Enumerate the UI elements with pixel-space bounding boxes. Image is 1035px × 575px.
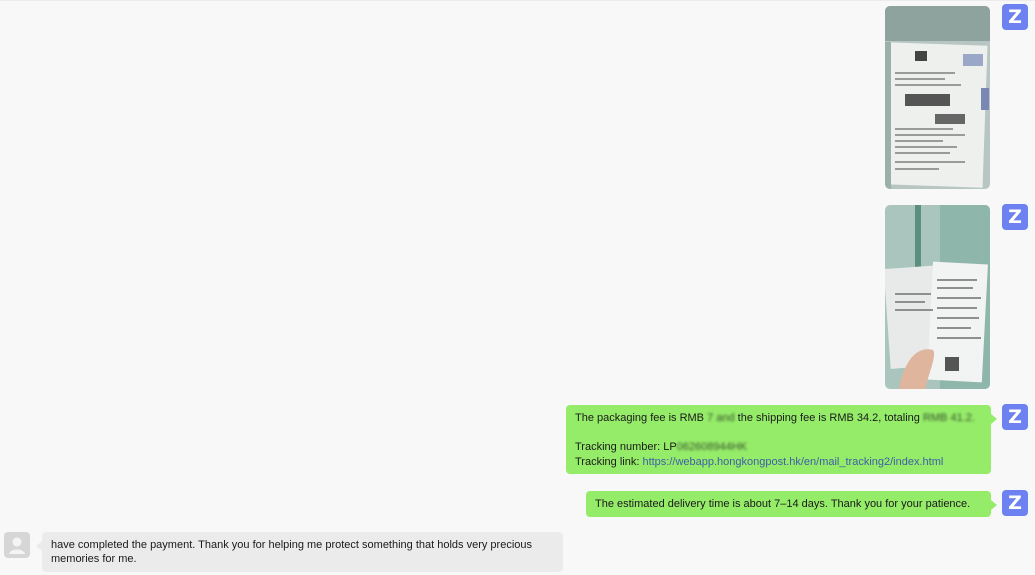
agent-avatar[interactable]: Z xyxy=(1002,204,1028,230)
agent-avatar[interactable]: Z xyxy=(1002,4,1028,30)
agent-avatar[interactable]: Z xyxy=(1002,404,1028,430)
tracking-link[interactable]: https://webapp.hongkongpost.hk/en/mail_t… xyxy=(642,456,943,468)
packaging-amount: 7 and xyxy=(707,412,735,424)
fees-line: The packaging fee is RMB 7 and the shipp… xyxy=(575,412,975,424)
customer-message-bubble: have completed the payment. Thank you fo… xyxy=(36,532,563,572)
tracking-number-line: Tracking number: LP062608944HK xyxy=(575,441,748,453)
tracking-number-value: 062608944HK xyxy=(676,441,748,453)
customer-avatar[interactable] xyxy=(4,532,30,558)
agent-avatar[interactable]: Z xyxy=(1002,490,1028,516)
parcel-photo-2[interactable] xyxy=(885,205,990,389)
parcel-photo-1[interactable] xyxy=(885,6,990,189)
total-amount: RMB 41.2. xyxy=(922,412,975,424)
fees-message-bubble: The packaging fee is RMB 7 and the shipp… xyxy=(566,405,997,474)
customer-message-line-1: have completed the payment. Thank you fo… xyxy=(51,539,533,551)
tracking-link-line: Tracking link: https://webapp.hongkongpo… xyxy=(575,455,944,468)
user-silhouette-icon xyxy=(9,537,25,554)
delivery-text: The estimated delivery time is about 7–1… xyxy=(595,498,971,510)
chat-window: Z Z The packaging fee is RMB 7 and the s… xyxy=(0,0,1035,575)
customer-message-line-2: memories for me. xyxy=(51,553,137,565)
delivery-message-bubble: The estimated delivery time is about 7–1… xyxy=(586,491,997,517)
